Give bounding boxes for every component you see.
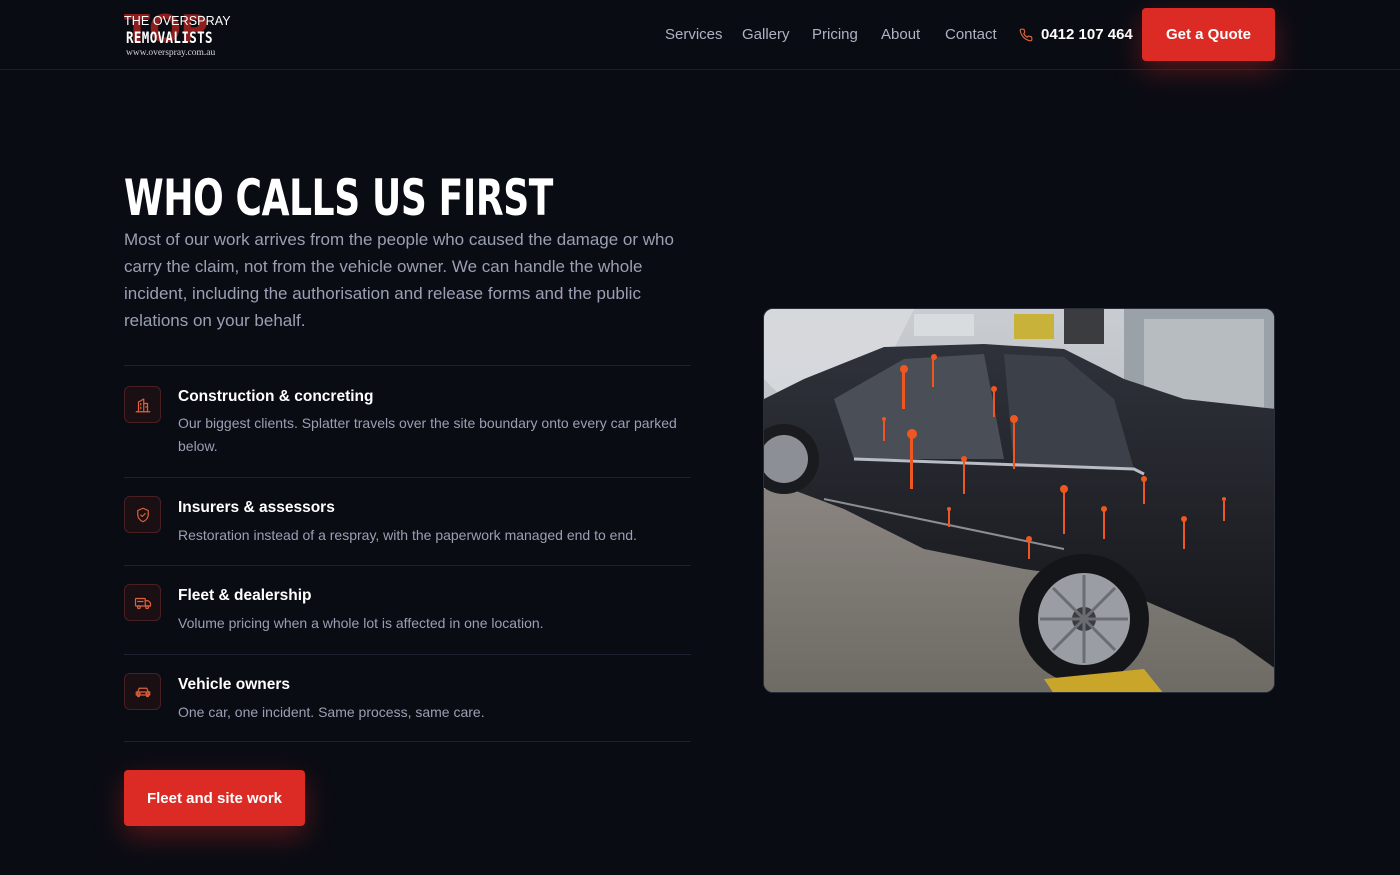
phone-link[interactable]: 0412 107 464	[1019, 24, 1133, 46]
client-item-description: Restoration instead of a respray, with t…	[178, 527, 637, 543]
nav-link-gallery[interactable]: Gallery	[742, 24, 790, 46]
client-item-fleet: Fleet & dealership Volume pricing when a…	[124, 565, 691, 654]
truck-icon	[124, 584, 161, 621]
phone-number: 0412 107 464	[1041, 26, 1133, 43]
client-item-title: Fleet & dealership	[178, 587, 312, 604]
car-overspray-photo	[763, 308, 1275, 693]
logo-line-1: THE OVERSPRAY	[124, 14, 231, 28]
client-item-title: Vehicle owners	[178, 676, 290, 693]
logo-website: www.overspray.com.au	[126, 48, 216, 58]
site-header: TOP THE OVERSPRAY REMOVALISTS www.oversp…	[0, 0, 1400, 70]
section-intro: Most of our work arrives from the people…	[124, 230, 674, 330]
shield-check-icon	[124, 496, 161, 533]
nav-link-pricing[interactable]: Pricing	[812, 24, 858, 46]
nav-link-about[interactable]: About	[881, 24, 920, 46]
get-quote-button[interactable]: Get a Quote	[1142, 8, 1275, 61]
nav-link-contact[interactable]: Contact	[945, 24, 997, 46]
car-icon	[124, 673, 161, 710]
client-item-title: Construction & concreting	[178, 388, 374, 405]
nav-link-services[interactable]: Services	[665, 24, 723, 46]
client-item-owners: Vehicle owners One car, one incident. Sa…	[124, 654, 691, 742]
section-heading: WHO CALLS US FIRST	[124, 169, 554, 227]
building-icon	[124, 386, 161, 423]
client-item-description: Volume pricing when a whole lot is affec…	[178, 615, 544, 631]
client-item-insurers: Insurers & assessors Restoration instead…	[124, 477, 691, 565]
logo-line-2: REMOVALISTS	[126, 28, 213, 47]
site-logo[interactable]: TOP THE OVERSPRAY REMOVALISTS www.oversp…	[124, 10, 231, 62]
client-item-title: Insurers & assessors	[178, 499, 335, 516]
fleet-site-work-button[interactable]: Fleet and site work	[124, 770, 305, 826]
client-list: Construction & concreting Our biggest cl…	[124, 365, 691, 742]
car-photo-illustration	[764, 309, 1274, 692]
client-item-description: One car, one incident. Same process, sam…	[178, 704, 485, 720]
client-item-description: Our biggest clients. Splatter travels ov…	[178, 415, 677, 454]
client-item-construction: Construction & concreting Our biggest cl…	[124, 365, 691, 477]
phone-icon	[1019, 28, 1033, 42]
